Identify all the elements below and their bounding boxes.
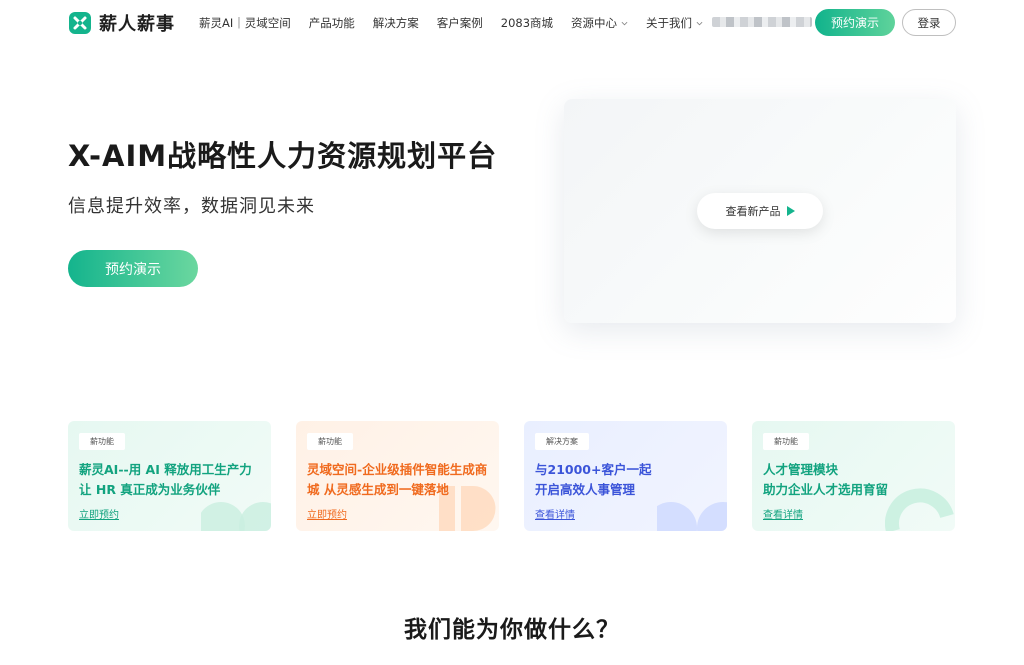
card-tag: 薪功能: [763, 433, 809, 450]
product-video-card[interactable]: 查看新产品: [564, 99, 956, 323]
nav-item-label: 资源中心: [571, 16, 618, 30]
nav-item-label: 薪灵AI｜灵域空间: [199, 16, 291, 30]
card-title-line: 灵域空间-企业级插件智能生成商: [307, 462, 488, 477]
card-title: 与21000+客户一起 开启高效人事管理: [535, 460, 720, 500]
main-nav: 薪灵AI｜灵域空间 产品功能 解决方案 客户案例 2083商城 资源中心 关于我…: [199, 15, 721, 31]
phone-number-blurred: [712, 17, 812, 27]
card-title-line: 薪灵AI--用 AI 释放用工生产力: [79, 462, 252, 477]
feature-card-solutions[interactable]: 解决方案 与21000+客户一起 开启高效人事管理 查看详情: [524, 421, 727, 531]
logo-icon: [69, 12, 91, 34]
view-new-product-button[interactable]: 查看新产品: [697, 193, 823, 229]
card-title-line: 让 HR 真正成为业务伙伴: [79, 482, 221, 497]
logo-text: 薪人薪事: [99, 14, 175, 35]
card-tag: 薪功能: [307, 433, 353, 450]
login-button[interactable]: 登录: [902, 9, 956, 36]
play-icon: [786, 206, 795, 216]
card-link-details[interactable]: 查看详情: [763, 506, 803, 521]
hero-book-demo-button[interactable]: 预约演示: [68, 250, 198, 287]
nav-item-about[interactable]: 关于我们: [646, 15, 703, 31]
card-title-line: 城 从灵感生成到一键落地: [307, 482, 449, 497]
nav-item-ai-space[interactable]: 薪灵AI｜灵域空间: [199, 15, 291, 31]
chevron-down-icon: [621, 21, 628, 25]
card-link-book[interactable]: 立即预约: [79, 506, 119, 521]
hero-subtitle: 信息提升效率，数据洞见未来: [68, 196, 315, 217]
nav-item-label: 关于我们: [646, 16, 693, 30]
card-tag: 解决方案: [535, 433, 589, 450]
nav-item-label: 2083商城: [500, 16, 554, 30]
card-title: 人才管理模块 助力企业人才选用育留: [763, 460, 948, 500]
card-link-book[interactable]: 立即预约: [307, 506, 347, 521]
logo[interactable]: 薪人薪事: [68, 10, 175, 36]
nav-item-product[interactable]: 产品功能: [309, 15, 355, 31]
card-title-line: 与21000+客户一起: [535, 462, 652, 477]
nav-item-label: 解决方案: [372, 16, 419, 30]
card-title: 薪灵AI--用 AI 释放用工生产力 让 HR 真正成为业务伙伴: [79, 460, 264, 500]
card-title: 灵域空间-企业级插件智能生成商 城 从灵感生成到一键落地: [307, 460, 492, 500]
card-title-line: 人才管理模块: [763, 462, 839, 477]
section-title: 我们能为你做什么？: [404, 617, 620, 643]
nav-item-mall[interactable]: 2083商城: [501, 15, 553, 31]
nav-item-label: 产品功能: [308, 16, 355, 30]
card-title-line: 助力企业人才选用育留: [763, 482, 889, 497]
nav-item-solutions[interactable]: 解决方案: [373, 15, 419, 31]
feature-card-talent[interactable]: 薪功能 人才管理模块 助力企业人才选用育留 查看详情: [752, 421, 955, 531]
card-tag: 薪功能: [79, 433, 125, 450]
feature-card-ai[interactable]: 薪功能 薪灵AI--用 AI 释放用工生产力 让 HR 真正成为业务伙伴 立即预…: [68, 421, 271, 531]
view-new-product-label: 查看新产品: [725, 205, 781, 218]
book-demo-button[interactable]: 预约演示: [815, 9, 895, 36]
nav-item-resources[interactable]: 资源中心: [571, 15, 628, 31]
nav-item-cases[interactable]: 客户案例: [437, 15, 483, 31]
card-link-details[interactable]: 查看详情: [535, 506, 575, 521]
feature-card-space[interactable]: 薪功能 灵域空间-企业级插件智能生成商 城 从灵感生成到一键落地 立即预约: [296, 421, 499, 531]
hero-title: X-AIM战略性人力资源规划平台: [68, 139, 498, 173]
chevron-down-icon: [696, 21, 703, 25]
top-nav-bar: 薪人薪事 薪灵AI｜灵域空间 产品功能 解决方案 客户案例 2083商城 资源中…: [0, 0, 1024, 46]
card-title-line: 开启高效人事管理: [535, 482, 636, 497]
nav-item-label: 客户案例: [436, 16, 483, 30]
